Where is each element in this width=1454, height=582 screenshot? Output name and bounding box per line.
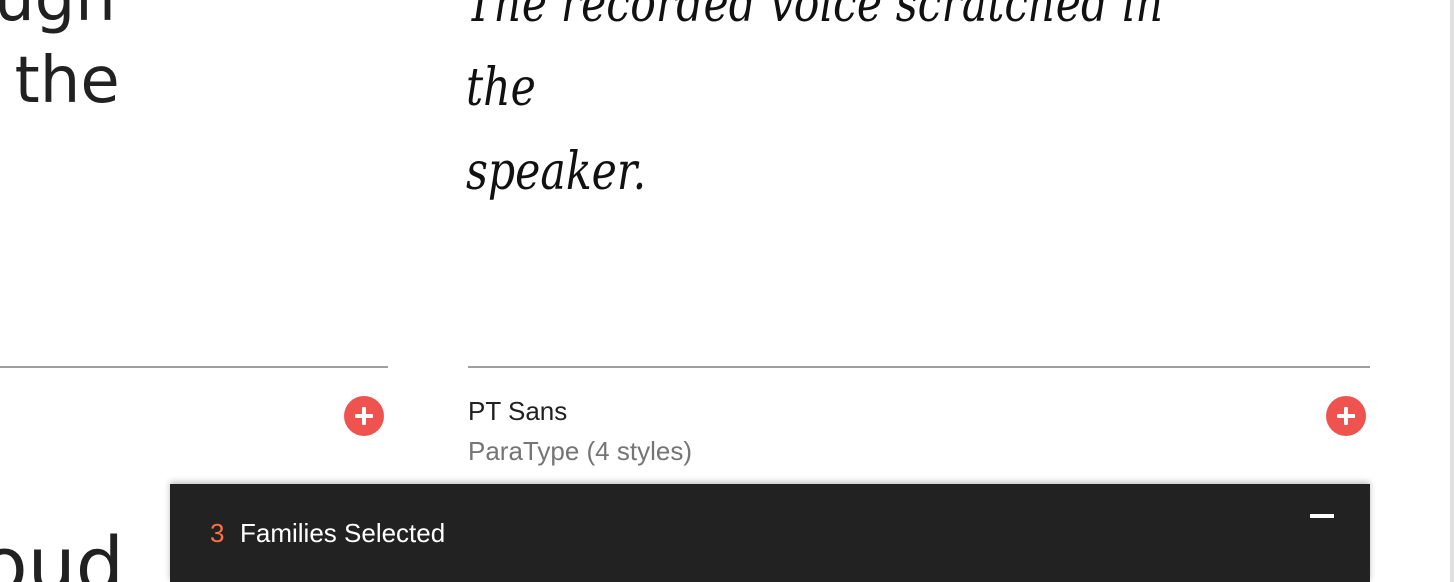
font-family-name[interactable]: PT Sans: [468, 396, 567, 427]
minus-icon: [1310, 514, 1334, 518]
plus-icon-vertical: [362, 407, 366, 425]
selected-count: 3: [210, 518, 225, 548]
add-family-button-left[interactable]: [344, 396, 384, 436]
font-browser: rough at the loud The recorded voice scr…: [0, 0, 1454, 582]
font-foundry-styles: ParaType (4 styles): [468, 436, 692, 466]
add-family-button-right[interactable]: [1326, 396, 1366, 436]
selected-families-label: Families Selected: [240, 518, 446, 548]
plus-icon-vertical: [1344, 407, 1348, 425]
font-preview-text-next: loud: [0, 520, 125, 582]
card-divider-right: [468, 366, 1370, 368]
font-preview-text-right: The recorded voice scratched in the spea…: [466, 0, 1163, 202]
font-preview-text-left: rough at the: [0, 0, 120, 118]
page-edge: [1450, 0, 1454, 582]
selection-drawer[interactable]: 3 Families Selected: [170, 484, 1370, 582]
card-divider-left: [0, 366, 388, 368]
collapse-drawer-button[interactable]: [1300, 502, 1344, 532]
